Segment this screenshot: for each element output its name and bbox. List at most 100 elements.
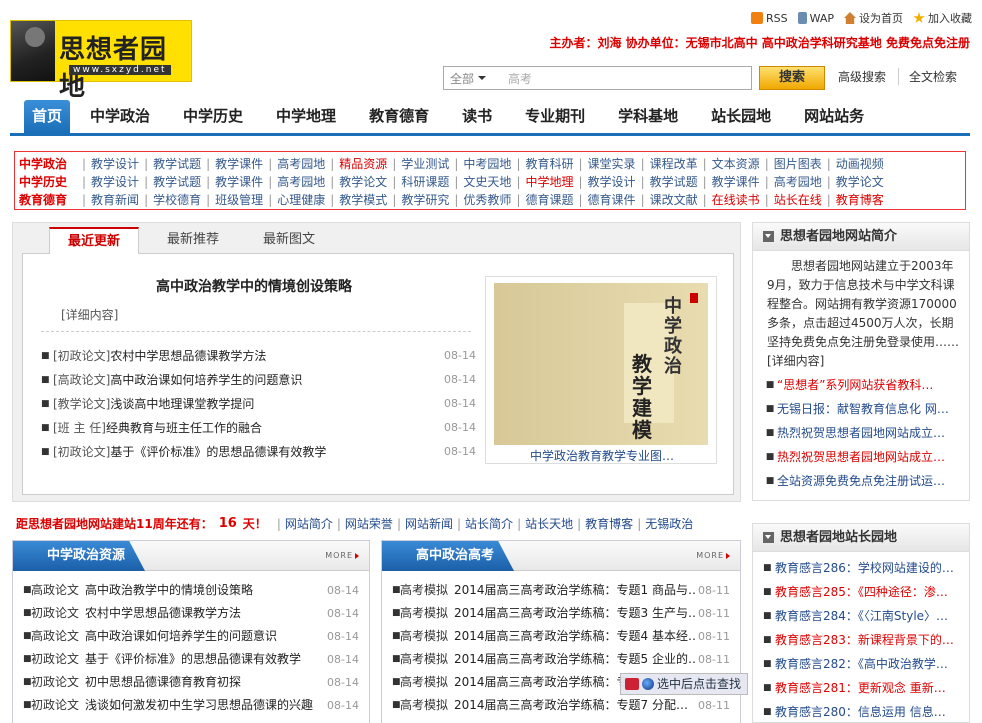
intro-link[interactable]: ■ 无锡日报：献智教育信息化 网… — [763, 397, 969, 421]
intro-link[interactable]: ■ 全站资源免费免点免注册试运… — [763, 469, 969, 493]
category-link[interactable]: 教学设计 — [91, 173, 139, 191]
master-link[interactable]: ■ 教育感言286：学校网站建设的… — [763, 556, 969, 580]
table-row[interactable]: ■ 初政论文 初中思想品德课德育教育初探 08-14 — [23, 671, 359, 694]
list-item[interactable]: ■ [教学论文] 浅谈高中地理课堂教学提问 08-14 — [41, 392, 476, 416]
link-text[interactable]: 全站资源免费免点免注册试运… — [777, 469, 945, 493]
link-text[interactable]: 教育感言286：学校网站建设的… — [775, 556, 954, 580]
master-link[interactable]: ■ 教育感言282：《高中政治教学… — [763, 652, 969, 676]
list-item[interactable]: ■ [班 主 任] 经典教育与班主任工作的融合 08-14 — [41, 416, 476, 440]
more-link[interactable]: MORE — [696, 551, 730, 560]
search-box[interactable]: 全部 高考 — [443, 66, 752, 90]
detail-link[interactable]: [详细内容] — [61, 306, 118, 323]
category-link[interactable]: 高考园地 — [774, 173, 822, 191]
category-link[interactable]: 教学试题 — [650, 173, 698, 191]
list-item[interactable]: ■ [高政论文] 高中政治课如何培养学生的问题意识 08-14 — [41, 368, 476, 392]
category-link[interactable]: 精品资源 — [339, 155, 387, 173]
category-link[interactable]: 中考园地 — [463, 155, 511, 173]
quick-link[interactable]: 网站新闻 — [405, 515, 453, 533]
category-link[interactable]: 教学模式 — [339, 191, 387, 209]
category-link[interactable]: 学业测试 — [401, 155, 449, 173]
item-title[interactable]: 农村中学思想品德课教学方法 — [110, 344, 442, 368]
link-text[interactable]: 教育感言281：更新观念 重新… — [775, 676, 946, 700]
category-link[interactable]: 德育课件 — [588, 191, 636, 209]
wap-link[interactable]: WAP — [797, 10, 834, 26]
set-homepage-link[interactable]: 设为首页 — [844, 10, 903, 26]
category-head[interactable]: 教育德育 — [19, 191, 77, 209]
category-link[interactable]: 课堂实录 — [588, 155, 636, 173]
category-link[interactable]: 学校德育 — [153, 191, 201, 209]
category-link[interactable]: 教学设计 — [588, 173, 636, 191]
item-title[interactable]: 经典教育与班主任工作的融合 — [106, 416, 442, 440]
category-link[interactable]: 文史天地 — [463, 173, 511, 191]
category-link[interactable]: 教育新闻 — [91, 191, 139, 209]
category-link[interactable]: 班级管理 — [215, 191, 263, 209]
category-link[interactable]: 心理健康 — [277, 191, 325, 209]
row-title[interactable]: 2014届高三高考政治学练稿：专题1 商品与… — [454, 579, 696, 602]
intro-link[interactable]: ■ “思想者”系列网站获省教科… — [763, 373, 969, 397]
intro-link[interactable]: ■ 热烈祝贺思想者园地网站成立… — [763, 421, 969, 445]
master-link[interactable]: ■ 教育感言283：新课程背景下的… — [763, 628, 969, 652]
nav-item[interactable]: 学科基地 — [605, 100, 691, 133]
row-title[interactable]: 农村中学思想品德课教学方法 — [85, 602, 325, 625]
search-helper-popup[interactable]: 选中后点击查找 — [620, 673, 748, 695]
link-text[interactable]: “思想者”系列网站获省教科… — [777, 373, 933, 397]
category-link[interactable]: 教学论文 — [836, 173, 884, 191]
table-row[interactable]: ■ 高考模拟 2014届高三高考政治学练稿：专题5 企业的… 08-11 — [392, 648, 730, 671]
headline-link[interactable]: 高中政治教学中的情境创设策略 — [156, 276, 366, 296]
master-link[interactable]: ■ 教育感言285：《四种途径：渗… — [763, 580, 969, 604]
row-title[interactable]: 2014届高三高考政治学练稿：专题7 分配… — [454, 694, 696, 717]
category-link[interactable]: 教学课件 — [712, 173, 760, 191]
row-title[interactable]: 2014届高三高考政治学练稿：专题4 基本经… — [454, 625, 696, 648]
master-link[interactable]: ■ 教育感言284：《〈江南Style〉… — [763, 604, 969, 628]
tab-latest[interactable]: 最近更新 — [49, 227, 139, 254]
category-link[interactable]: 在线读书 — [712, 191, 760, 209]
link-text[interactable]: 热烈祝贺思想者园地网站成立… — [777, 421, 945, 445]
add-favorite-link[interactable]: 加入收藏 — [913, 10, 972, 26]
pane-title[interactable]: 高中政治高考 — [382, 541, 515, 571]
search-input[interactable]: 高考 — [492, 70, 532, 87]
table-row[interactable]: ■ 高政论文 高中政治教学中的情境创设策略 08-14 — [23, 579, 359, 602]
category-link[interactable]: 课程改革 — [650, 155, 698, 173]
row-title[interactable]: 高中政治教学中的情境创设策略 — [85, 579, 325, 602]
link-text[interactable]: 无锡日报：献智教育信息化 网… — [777, 397, 949, 421]
row-title[interactable]: 基于《评价标准》的思想品德课有效教学 — [85, 648, 325, 671]
category-link[interactable]: 站长在线 — [774, 191, 822, 209]
rss-link[interactable]: RSS — [750, 10, 788, 26]
row-title[interactable]: 浅谈如何激发初中生学习思想品德课的兴趣 — [85, 694, 325, 717]
more-link[interactable]: MORE — [325, 551, 359, 560]
category-link[interactable]: 教育科研 — [525, 155, 573, 173]
quick-link[interactable]: 网站简介 — [285, 515, 333, 533]
search-button[interactable]: 搜索 — [759, 66, 825, 90]
list-item[interactable]: ■ [初政论文] 基于《评价标准》的思想品德课有效教学 08-14 — [41, 440, 476, 464]
nav-item[interactable]: 站长园地 — [698, 100, 784, 133]
quick-link[interactable]: 无锡政治 — [645, 515, 693, 533]
row-title[interactable]: 2014届高三高考政治学练稿：专题5 企业的… — [454, 648, 696, 671]
category-link[interactable]: 图片图表 — [774, 155, 822, 173]
quick-link[interactable]: 站长简介 — [465, 515, 513, 533]
item-title[interactable]: 浅谈高中地理课堂教学提问 — [110, 392, 442, 416]
link-text[interactable]: 教育感言283：新课程背景下的… — [775, 628, 954, 652]
table-row[interactable]: ■ 初政论文 农村中学思想品德课教学方法 08-14 — [23, 602, 359, 625]
category-link[interactable]: 文本资源 — [712, 155, 760, 173]
row-title[interactable]: 高中政治课如何培养学生的问题意识 — [85, 625, 325, 648]
advanced-search-link[interactable]: 高级搜索 — [838, 68, 886, 85]
nav-item[interactable]: 教育德育 — [356, 100, 442, 133]
category-link[interactable]: 动画视频 — [836, 155, 884, 173]
table-row[interactable]: ■ 高考模拟 2014届高三高考政治学练稿：专题7 分配… 08-11 — [392, 694, 730, 717]
row-title[interactable]: 初中思想品德课德育教育初探 — [85, 671, 325, 694]
table-row[interactable]: ■ 初政论文 基于《评价标准》的思想品德课有效教学 08-14 — [23, 648, 359, 671]
fulltext-search-link[interactable]: 全文检索 — [898, 68, 957, 85]
category-link[interactable]: 中学地理 — [525, 173, 573, 191]
link-text[interactable]: 教育感言280：信息运用 信息… — [775, 700, 946, 723]
category-link[interactable]: 高考园地 — [277, 155, 325, 173]
category-link[interactable]: 教学设计 — [91, 155, 139, 173]
master-link[interactable]: ■ 教育感言280：信息运用 信息… — [763, 700, 969, 723]
site-logo[interactable]: 思想者园地 www.sxzyd.net — [10, 20, 192, 102]
tab-recommended[interactable]: 最新推荐 — [153, 227, 233, 253]
table-row[interactable]: ■ 高考模拟 2014届高三高考政治学练稿：专题3 生产与… 08-11 — [392, 602, 730, 625]
featured-book[interactable]: 中学政治 教学建模 中学政治教育教学专业图… — [485, 276, 717, 464]
table-row[interactable]: ■ 高考模拟 2014届高三高考政治学练稿：专题4 基本经… 08-11 — [392, 625, 730, 648]
category-link[interactable]: 科研课题 — [401, 173, 449, 191]
item-title[interactable]: 基于《评价标准》的思想品德课有效教学 — [110, 440, 442, 464]
category-link[interactable]: 教育博客 — [836, 191, 884, 209]
